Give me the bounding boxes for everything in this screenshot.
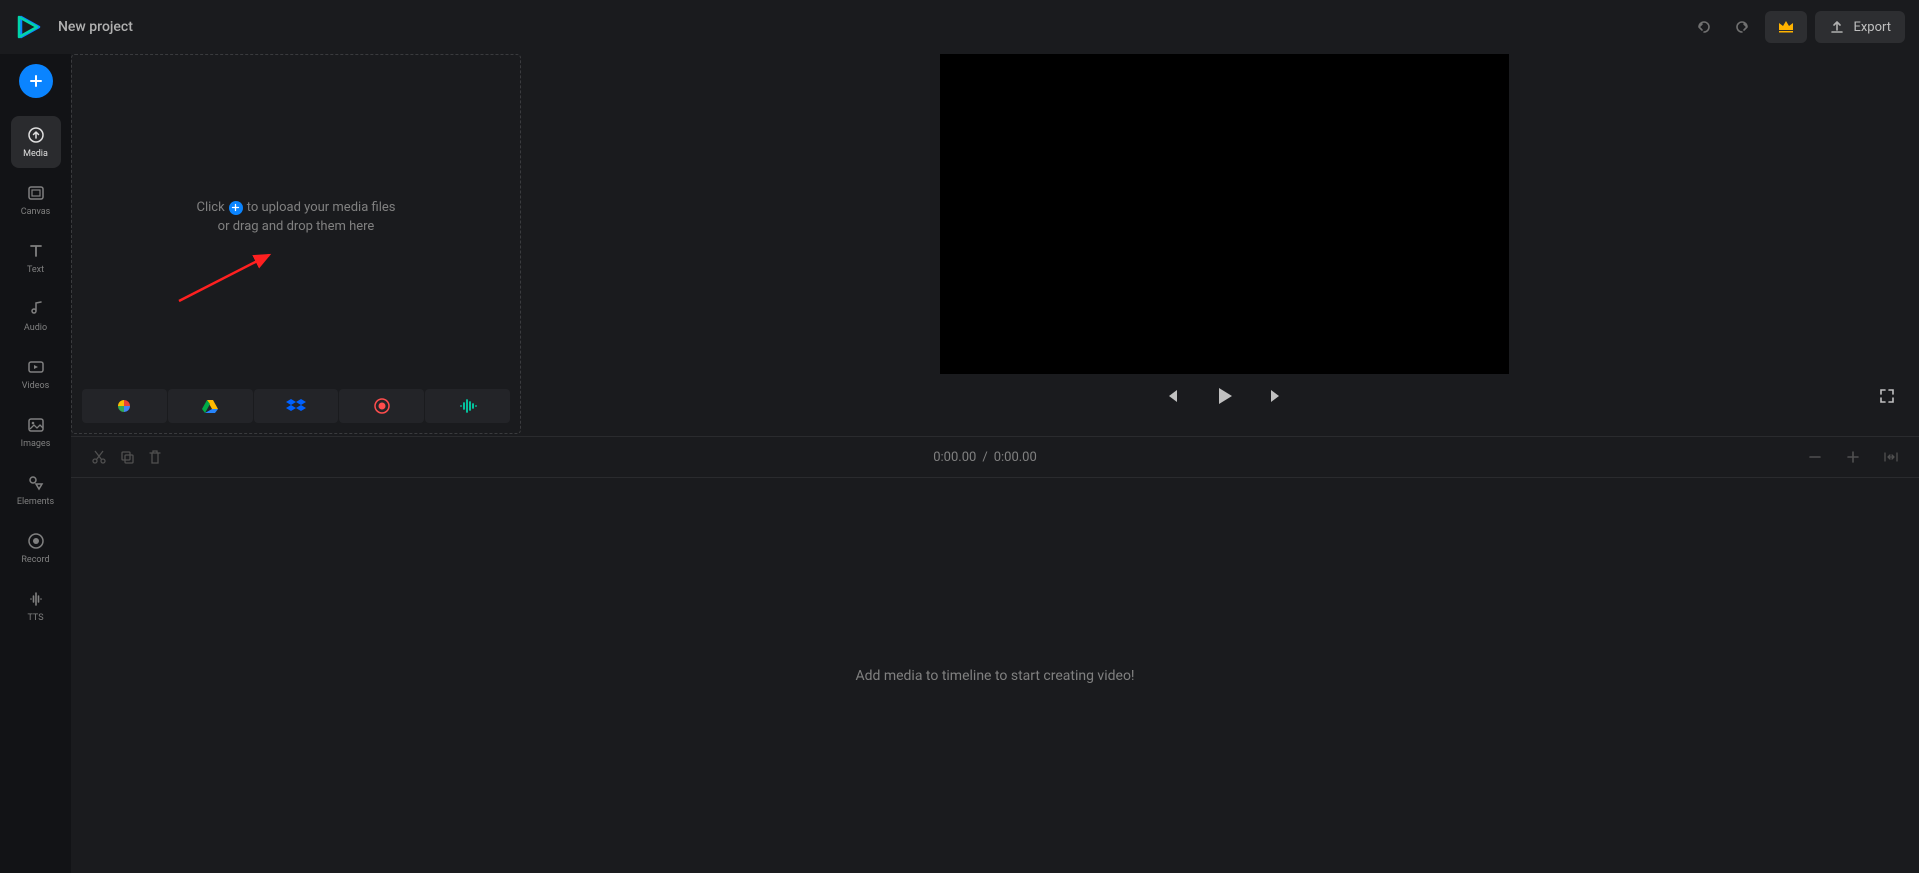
- source-dropbox[interactable]: [254, 389, 339, 423]
- project-title[interactable]: New project: [58, 19, 133, 35]
- timeline-empty-message: Add media to timeline to start creating …: [855, 668, 1134, 684]
- export-button[interactable]: Export: [1815, 11, 1905, 43]
- audio-wave-icon: [26, 589, 46, 609]
- sidebar-item-audio[interactable]: Audio: [11, 290, 61, 342]
- upload-dropzone[interactable]: Click to upload your media files or drag…: [71, 54, 521, 434]
- undo-button[interactable]: [1687, 10, 1721, 44]
- sidebar-item-videos[interactable]: Videos: [11, 348, 61, 400]
- canvas-icon: [26, 183, 46, 203]
- fullscreen-button[interactable]: [1875, 384, 1899, 408]
- crown-icon: [1777, 18, 1795, 36]
- add-media-button[interactable]: [19, 64, 53, 98]
- waveform-icon: [458, 398, 478, 414]
- sidebar-item-tts[interactable]: TTS: [11, 580, 61, 632]
- source-audio[interactable]: [425, 389, 510, 423]
- zoom-fit-button[interactable]: [1877, 443, 1905, 471]
- video-icon: [26, 357, 46, 377]
- dropzone-hint-line1: Click to upload your media files: [197, 200, 396, 215]
- next-frame-button[interactable]: [1264, 384, 1288, 408]
- source-google-photos[interactable]: [82, 389, 167, 423]
- preview-area: [529, 54, 1919, 434]
- timeline-area[interactable]: Add media to timeline to start creating …: [71, 478, 1919, 873]
- google-photos-icon: [115, 397, 133, 415]
- redo-button[interactable]: [1725, 10, 1759, 44]
- upload-cloud-icon: [26, 125, 46, 145]
- prev-frame-button[interactable]: [1160, 384, 1184, 408]
- dropbox-icon: [286, 397, 306, 415]
- text-icon: [26, 241, 46, 261]
- sidebar-item-media[interactable]: Media: [11, 116, 61, 168]
- zoom-in-button[interactable]: [1839, 443, 1867, 471]
- play-button[interactable]: [1210, 382, 1238, 410]
- source-record[interactable]: [339, 389, 424, 423]
- shapes-icon: [26, 473, 46, 493]
- annotation-arrow-icon: [177, 253, 277, 303]
- sidebar-item-text[interactable]: Text: [11, 232, 61, 284]
- video-preview[interactable]: [940, 54, 1509, 374]
- plus-inline-icon: [229, 201, 243, 215]
- google-drive-icon: [201, 397, 219, 415]
- cut-button[interactable]: [85, 443, 113, 471]
- copy-button[interactable]: [113, 443, 141, 471]
- premium-button[interactable]: [1765, 11, 1807, 43]
- upload-source-row: [72, 379, 520, 433]
- plus-icon: [28, 73, 44, 89]
- image-icon: [26, 415, 46, 435]
- source-google-drive[interactable]: [168, 389, 253, 423]
- media-panel: Click to upload your media files or drag…: [71, 54, 529, 434]
- timecode-display: 0:00.00 / 0:00.00: [933, 450, 1037, 465]
- timeline-toolbar: 0:00.00 / 0:00.00: [71, 436, 1919, 478]
- left-sidebar: Media Canvas Text Audio Videos: [0, 54, 71, 873]
- dropzone-hint-line2: or drag and drop them here: [218, 219, 375, 234]
- record-icon: [26, 531, 46, 551]
- record-dot-icon: [374, 398, 390, 414]
- sidebar-item-record[interactable]: Record: [11, 522, 61, 574]
- music-note-icon: [26, 299, 46, 319]
- sidebar-item-canvas[interactable]: Canvas: [11, 174, 61, 226]
- zoom-out-button[interactable]: [1801, 443, 1829, 471]
- app-header: New project Export: [0, 0, 1919, 54]
- delete-button[interactable]: [141, 443, 169, 471]
- sidebar-item-elements[interactable]: Elements: [11, 464, 61, 516]
- export-label: Export: [1853, 20, 1891, 35]
- upload-icon: [1829, 19, 1845, 35]
- sidebar-item-images[interactable]: Images: [11, 406, 61, 458]
- app-logo[interactable]: [14, 12, 44, 42]
